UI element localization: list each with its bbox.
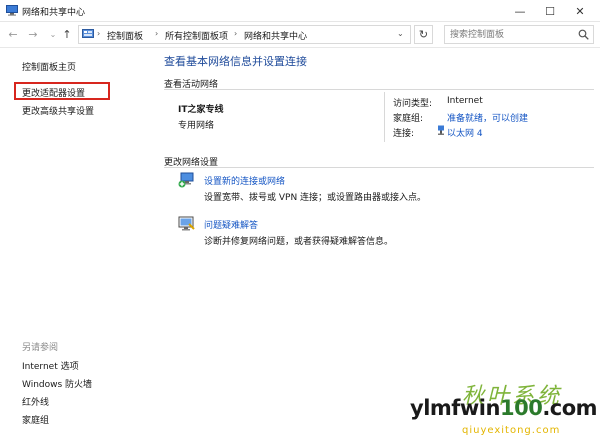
- sidebar-item-internet-options[interactable]: Internet 选项: [22, 359, 79, 372]
- troubleshoot-description: 诊断并修复网络问题，或者获得疑难解答信息。: [204, 237, 394, 247]
- access-type-label: 访问类型:: [393, 99, 433, 109]
- connection-link[interactable]: 以太网 4: [447, 126, 483, 139]
- breadcrumb-control-panel[interactable]: 控制面板: [107, 29, 143, 42]
- breadcrumb-network-center[interactable]: 网络和共享中心: [244, 29, 307, 42]
- homegroup-label: 家庭组:: [393, 114, 424, 124]
- sidebar-item-homegroup[interactable]: 家庭组: [22, 413, 49, 426]
- search-box[interactable]: [444, 25, 594, 44]
- troubleshoot-link[interactable]: 问题疑难解答: [204, 218, 258, 231]
- watermark-subtitle: qiuyexitong.com: [462, 425, 561, 436]
- watermark-url-accent: 100: [499, 396, 543, 420]
- sidebar-item-windows-firewall[interactable]: Windows 防火墙: [22, 377, 92, 390]
- search-input[interactable]: [445, 26, 573, 43]
- watermark-url-main: ylmfwin: [410, 396, 500, 420]
- watermark-url: ylmfwin100.com: [410, 396, 598, 420]
- address-dropdown-icon[interactable]: ⌄: [397, 29, 404, 38]
- maximize-button[interactable]: ☐: [535, 0, 565, 22]
- divider: [164, 167, 594, 168]
- close-button[interactable]: ✕: [565, 0, 595, 22]
- sidebar-item-change-adapter-settings[interactable]: 更改适配器设置: [22, 86, 85, 99]
- up-button[interactable]: ↑: [60, 28, 74, 41]
- troubleshoot-icon: [178, 216, 195, 231]
- window-title: 网络和共享中心: [22, 8, 86, 18]
- network-center-icon: [6, 5, 18, 16]
- sidebar-item-infrared[interactable]: 红外线: [22, 395, 49, 408]
- minimize-button[interactable]: —: [505, 0, 535, 22]
- new-connection-icon: [178, 172, 194, 188]
- setup-new-connection-link[interactable]: 设置新的连接或网络: [204, 174, 285, 187]
- recent-locations-button[interactable]: ⌄: [46, 30, 60, 39]
- sidebar-item-advanced-sharing[interactable]: 更改高级共享设置: [22, 104, 94, 117]
- page-title: 查看基本网络信息并设置连接: [164, 55, 307, 68]
- sidebar-item-control-panel-home[interactable]: 控制面板主页: [22, 60, 76, 73]
- refresh-button[interactable]: ↻: [414, 25, 433, 44]
- access-type-value: Internet: [447, 96, 483, 106]
- address-bar: ← → ⌄ ↑ › 控制面板 › 所有控制面板项 › 网络和共享中心 ⌄ ↻: [0, 22, 600, 48]
- watermark: 秋叶系统 ylmfwin100.com qiuyexitong.com: [410, 378, 600, 441]
- setup-new-connection-description: 设置宽带、拨号或 VPN 连接；或设置路由器或接入点。: [204, 193, 427, 203]
- control-panel-icon: [82, 29, 94, 38]
- network-name: IT之家专线: [178, 105, 224, 115]
- homegroup-link[interactable]: 准备就绪，可以创建: [447, 111, 528, 124]
- search-icon[interactable]: [578, 29, 589, 40]
- connections-label: 连接:: [393, 129, 415, 139]
- breadcrumb-separator[interactable]: ›: [155, 29, 158, 38]
- breadcrumb-separator[interactable]: ›: [234, 29, 237, 38]
- divider: [164, 89, 594, 90]
- back-button[interactable]: ←: [6, 28, 20, 41]
- see-also-label: 另请参阅: [22, 343, 59, 353]
- breadcrumb[interactable]: › 控制面板 › 所有控制面板项 › 网络和共享中心 ⌄: [78, 25, 411, 44]
- breadcrumb-separator[interactable]: ›: [97, 29, 100, 38]
- breadcrumb-all-items[interactable]: 所有控制面板项: [165, 29, 228, 42]
- ethernet-icon: [438, 125, 444, 135]
- watermark-url-tail: .com: [542, 396, 598, 420]
- forward-button[interactable]: →: [26, 28, 40, 41]
- title-bar: 网络和共享中心 — ☐ ✕: [0, 0, 600, 22]
- network-category: 专用网络: [178, 121, 215, 131]
- divider: [384, 92, 385, 142]
